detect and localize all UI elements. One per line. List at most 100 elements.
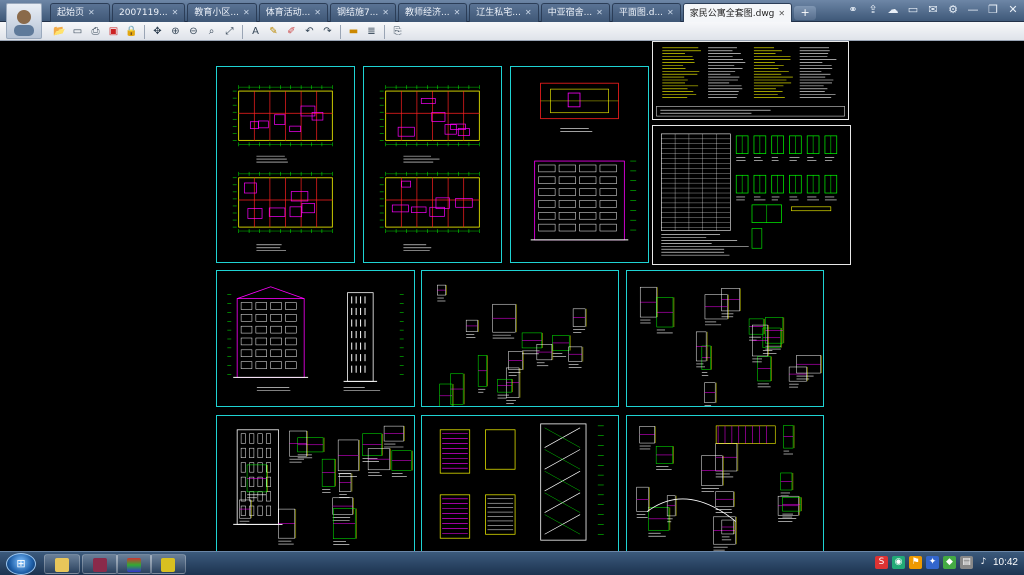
section-drawing xyxy=(233,425,413,545)
tab-label: 中亚宿舍... xyxy=(547,8,593,18)
sheet-sections[interactable] xyxy=(216,415,415,551)
taskbar-app-2[interactable] xyxy=(82,554,118,574)
cad-stroke xyxy=(558,188,576,196)
cad-stroke xyxy=(646,498,737,522)
cad-stroke xyxy=(661,133,731,231)
layers-icon[interactable]: ≣ xyxy=(364,24,379,39)
folder-icon[interactable]: ▭ xyxy=(906,3,920,17)
drawing-canvas[interactable] xyxy=(0,41,1024,551)
sheet-stair-plans[interactable] xyxy=(421,415,619,551)
open-icon[interactable]: 📂 xyxy=(52,24,67,39)
sheet-details-2[interactable] xyxy=(626,270,824,407)
tray-icon-0[interactable]: S xyxy=(875,556,888,569)
tray-icon-2[interactable]: ⚑ xyxy=(909,556,922,569)
save-icon[interactable]: ▭ xyxy=(70,24,85,39)
cad-stroke xyxy=(270,302,282,310)
tab-1[interactable]: 2007119... ✕ xyxy=(112,3,186,22)
mail-icon[interactable]: ✉ xyxy=(926,3,940,17)
tab-4[interactable]: 钢结施7... ✕ xyxy=(329,3,396,22)
window-controls: ⚭ ⇪ ☁ ▭ ✉ ⚙ — ❐ ✕ xyxy=(846,3,1020,17)
cad-viewer-window: 起始页 ✕ 2007119... ✕ 教育小区... ✕ 体育活动... ✕ 钢结施7... ✕ 教… xyxy=(0,0,1024,575)
tab-close-icon[interactable]: ✕ xyxy=(596,4,603,22)
restore-icon[interactable]: ❐ xyxy=(986,3,1000,17)
cad-stroke xyxy=(257,505,263,516)
zoom-out-icon[interactable]: ⊖ xyxy=(186,24,201,39)
sheet-floor-plan-2[interactable] xyxy=(363,66,502,263)
cad-stroke xyxy=(285,314,297,322)
pdf-icon[interactable]: ▣ xyxy=(106,24,121,39)
tab-close-icon[interactable]: ✕ xyxy=(243,4,250,22)
cad-stroke xyxy=(255,349,267,357)
sheet-design-notes[interactable] xyxy=(652,41,849,120)
cad-stroke xyxy=(255,314,267,322)
cad-stroke xyxy=(240,337,253,346)
tab-9[interactable]: 家民公寓全套图.dwg ✕ xyxy=(682,3,793,23)
detail-drawing xyxy=(437,284,587,406)
cad-stroke xyxy=(599,176,617,184)
sheet-details-1[interactable] xyxy=(421,270,619,407)
start-button[interactable]: ⊞ xyxy=(6,553,36,575)
tab-5[interactable]: 教师经济... ✕ xyxy=(397,3,468,22)
tab-label: 辽生私宅... xyxy=(476,8,521,18)
taskbar-explorer[interactable] xyxy=(44,554,80,574)
cad-stroke xyxy=(435,197,450,209)
tray-icon-5[interactable]: ▤ xyxy=(960,556,973,569)
tray-icon-1[interactable]: ◉ xyxy=(892,556,905,569)
tab-close-icon[interactable]: ✕ xyxy=(667,4,674,22)
lock-icon[interactable]: 🔒 xyxy=(124,24,139,39)
new-tab-button[interactable]: + xyxy=(794,6,817,20)
sheet-door-window-schedule[interactable] xyxy=(652,125,851,265)
clock[interactable]: 10:42 xyxy=(993,557,1018,568)
sheet-roof-and-elevation[interactable] xyxy=(510,66,649,263)
export-icon[interactable]: ⇪ xyxy=(866,3,880,17)
cad-stroke xyxy=(431,112,446,122)
tab-close-icon[interactable]: ✕ xyxy=(382,4,389,22)
tab-close-icon[interactable]: ✕ xyxy=(314,4,321,22)
tray-icon-4[interactable]: ◆ xyxy=(943,556,956,569)
tab-close-icon[interactable]: ✕ xyxy=(454,4,461,22)
tray-icon-6[interactable]: ♪ xyxy=(977,556,990,569)
redo-icon[interactable]: ↷ xyxy=(320,24,335,39)
cad-stroke xyxy=(558,212,576,220)
cad-stroke xyxy=(258,120,269,129)
tab-7[interactable]: 中亚宿舍... ✕ xyxy=(540,3,610,22)
cloud-icon[interactable]: ☁ xyxy=(886,3,900,17)
settings-icon[interactable]: ⚙ xyxy=(946,3,960,17)
tab-3[interactable]: 体育活动... ✕ xyxy=(258,3,328,22)
zoom-extents-icon[interactable]: ⤢ xyxy=(222,24,237,39)
tab-2[interactable]: 教育小区... ✕ xyxy=(187,3,257,22)
cad-stroke xyxy=(538,176,556,184)
cad-stroke xyxy=(391,204,409,213)
user-avatar[interactable] xyxy=(6,3,42,39)
tab-close-icon[interactable]: ✕ xyxy=(525,4,532,22)
text-icon[interactable]: A xyxy=(248,24,263,39)
sheet-floor-plan-1[interactable] xyxy=(216,66,355,263)
measure-icon[interactable]: ▬ xyxy=(346,24,361,39)
share-icon[interactable]: ⚭ xyxy=(846,3,860,17)
tab-close-icon[interactable]: ✕ xyxy=(172,4,179,22)
minimize-icon[interactable]: — xyxy=(966,3,980,17)
cad-stroke xyxy=(540,423,587,541)
tab-0[interactable]: 起始页 ✕ xyxy=(50,3,110,22)
eraser-icon[interactable]: ✐ xyxy=(284,24,299,39)
pan-icon[interactable]: ✥ xyxy=(150,24,165,39)
tab-8[interactable]: 平面图.d... ✕ xyxy=(611,3,681,22)
cad-stroke xyxy=(240,447,246,458)
tray-icon-3[interactable]: ✦ xyxy=(926,556,939,569)
print-icon[interactable]: ⎙ xyxy=(88,24,103,39)
export-image-icon[interactable]: ⎘ xyxy=(390,24,405,39)
sheet-entrance-details[interactable] xyxy=(626,415,824,551)
cad-stroke xyxy=(270,337,282,346)
close-icon[interactable]: ✕ xyxy=(1006,3,1020,17)
undo-icon[interactable]: ↶ xyxy=(302,24,317,39)
tab-6[interactable]: 辽生私宅... ✕ xyxy=(469,3,539,22)
sheet-elevations[interactable] xyxy=(216,270,415,407)
pen-icon[interactable]: ✎ xyxy=(266,24,281,39)
cad-stroke xyxy=(285,349,297,357)
tab-close-icon[interactable]: ✕ xyxy=(88,4,95,22)
taskbar-cad-viewer[interactable] xyxy=(150,554,186,574)
tab-close-icon[interactable]: ✕ xyxy=(778,5,785,23)
zoom-window-icon[interactable]: ⌕ xyxy=(204,24,219,39)
zoom-in-icon[interactable]: ⊕ xyxy=(168,24,183,39)
taskbar-app-3[interactable] xyxy=(116,554,152,574)
